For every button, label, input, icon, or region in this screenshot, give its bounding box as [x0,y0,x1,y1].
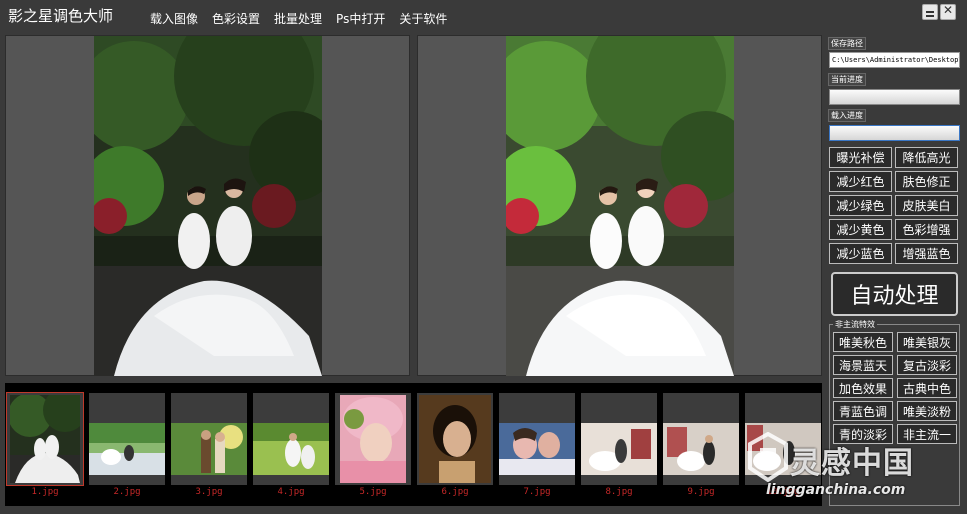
skin-whitening-button[interactable]: 皮肤美白 [895,195,958,216]
thumbnail-label: 1.jpg [31,487,59,497]
current-progress-bar [829,89,960,105]
load-progress-bar [829,125,960,141]
style-add-color-button[interactable]: 加色效果 [833,378,893,398]
style-soft-pink-button[interactable]: 唯美淡粉 [897,401,957,421]
style-button-grid: 唯美秋色 唯美银灰 海景蓝天 复古淡彩 加色效果 古典中色 青蓝色调 唯美淡粉 … [833,332,957,444]
close-icon[interactable] [940,3,956,20]
reduce-red-button[interactable]: 减少红色 [829,171,892,192]
thumbnail-label: 3.jpg [195,487,223,497]
color-enhance-button[interactable]: 色彩增强 [895,219,958,240]
thumbnail-label: 6.jpg [441,487,469,497]
thumbnail-label: 8.jpg [605,487,633,497]
style-cyan-pastel-button[interactable]: 青的淡彩 [833,424,893,444]
thumbnail[interactable] [417,393,493,485]
thumbnail[interactable] [663,393,739,485]
current-progress-label: 当前进度 [828,73,866,86]
thumbnail[interactable] [171,393,247,485]
thumbnail-label: 2.jpg [113,487,141,497]
menu-bar: 载入图像 色彩设置 批量处理 Ps中打开 关于软件 [150,10,447,27]
original-photo [94,36,322,376]
style-group-title: 非主流特效 [833,319,877,330]
thumbnail-strip[interactable]: 1.jpg 2.jpg 3.jpg 4.jpg 5.jpg 6.jpg 7.jp… [5,383,822,506]
thumbnail-label: 10.jpg [766,487,800,497]
save-path-field[interactable]: C:\Users\Administrator\Desktop\ [829,52,960,68]
thumbnail[interactable] [499,393,575,485]
thumbnail[interactable] [6,392,84,486]
thumbnail[interactable] [335,393,411,485]
reduce-green-button[interactable]: 减少绿色 [829,195,892,216]
reduce-highlights-button[interactable]: 降低高光 [895,147,958,168]
thumbnail-label: 9.jpg [687,487,715,497]
original-image-panel [5,35,410,376]
reduce-yellow-button[interactable]: 减少黄色 [829,219,892,240]
load-progress-label: 载入进度 [828,109,866,122]
style-seascape-button[interactable]: 海景蓝天 [833,355,893,375]
thumbnail[interactable] [89,393,165,485]
style-classic-mid-button[interactable]: 古典中色 [897,378,957,398]
title-bar: 影之星调色大师 载入图像 色彩设置 批量处理 Ps中打开 关于软件 [0,0,967,32]
adjust-button-grid: 曝光补偿 降低高光 减少红色 肤色修正 减少绿色 皮肤美白 减少黄色 色彩增强 … [829,147,960,264]
menu-open-in-ps[interactable]: Ps中打开 [336,10,385,27]
thumbnail[interactable] [253,393,329,485]
thumbnail-label: 5.jpg [359,487,387,497]
enhance-blue-button[interactable]: 增强蓝色 [895,243,958,264]
reduce-blue-button[interactable]: 减少蓝色 [829,243,892,264]
menu-about[interactable]: 关于软件 [399,10,447,27]
auto-process-button[interactable]: 自动处理 [831,272,958,316]
style-silver-gray-button[interactable]: 唯美银灰 [897,332,957,352]
menu-batch-process[interactable]: 批量处理 [274,10,322,27]
style-autumn-button[interactable]: 唯美秋色 [833,332,893,352]
menu-load-image[interactable]: 载入图像 [150,10,198,27]
menu-color-settings[interactable]: 色彩设置 [212,10,260,27]
thumbnail-label: 4.jpg [277,487,305,497]
skin-tone-fix-button[interactable]: 肤色修正 [895,171,958,192]
exposure-compensation-button[interactable]: 曝光补偿 [829,147,892,168]
app-title: 影之星调色大师 [8,7,114,25]
thumbnail[interactable] [745,393,821,485]
style-non-mainstream-button[interactable]: 非主流一 [897,424,957,444]
minimize-icon[interactable] [922,4,938,20]
processed-photo [506,36,734,376]
thumbnail[interactable] [581,393,657,485]
style-retro-pastel-button[interactable]: 复古淡彩 [897,355,957,375]
style-cyan-blue-button[interactable]: 青蓝色调 [833,401,893,421]
save-path-label: 保存路径 [828,37,866,50]
processed-image-panel [417,35,822,376]
thumbnail-label: 7.jpg [523,487,551,497]
